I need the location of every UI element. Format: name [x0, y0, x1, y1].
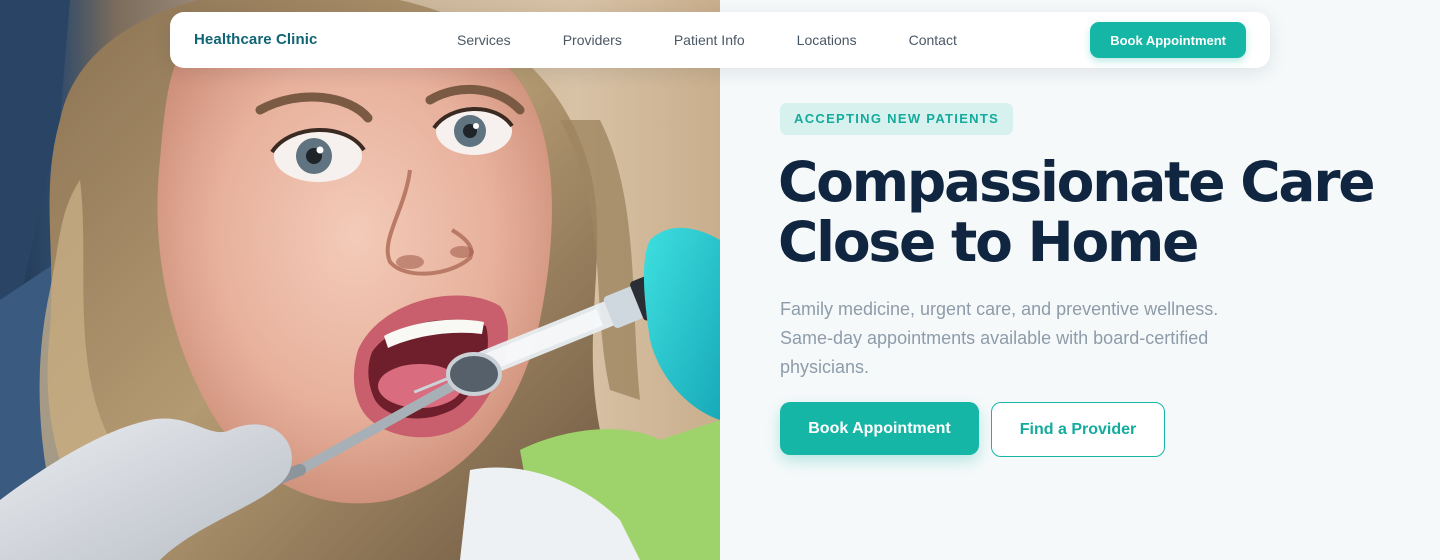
- accepting-patients-badge: ACCEPTING NEW PATIENTS: [780, 103, 1014, 135]
- hero-title-line-1: Compassionate Care: [778, 150, 1376, 214]
- hero-title-line-2: Close to Home: [778, 210, 1199, 274]
- nav-link-patient-info[interactable]: Patient Info: [674, 32, 745, 48]
- nav-link-providers[interactable]: Providers: [563, 32, 622, 48]
- page: ACCEPTING NEW PATIENTS Compassionate Car…: [0, 0, 1440, 560]
- navbar: Healthcare Clinic Services Providers Pat…: [170, 12, 1270, 68]
- hero-subtitle: Family medicine, urgent care, and preven…: [780, 299, 1219, 377]
- nav-link-services[interactable]: Services: [457, 32, 511, 48]
- book-appointment-button[interactable]: Book Appointment: [780, 402, 979, 455]
- brand-logo[interactable]: Healthcare Clinic: [194, 12, 317, 68]
- nav-link-locations[interactable]: Locations: [797, 32, 857, 48]
- dental-patient-illustration: [0, 0, 720, 560]
- find-provider-button[interactable]: Find a Provider: [991, 402, 1165, 457]
- nav-link-contact[interactable]: Contact: [909, 32, 957, 48]
- nav-book-appointment-button[interactable]: Book Appointment: [1090, 22, 1246, 58]
- nav-links: Services Providers Patient Info Location…: [457, 12, 1009, 68]
- hero-photo: [0, 0, 720, 560]
- hero-content: ACCEPTING NEW PATIENTS Compassionate Car…: [720, 0, 1440, 560]
- hero-title: Compassionate Care Close to Home: [778, 152, 1418, 272]
